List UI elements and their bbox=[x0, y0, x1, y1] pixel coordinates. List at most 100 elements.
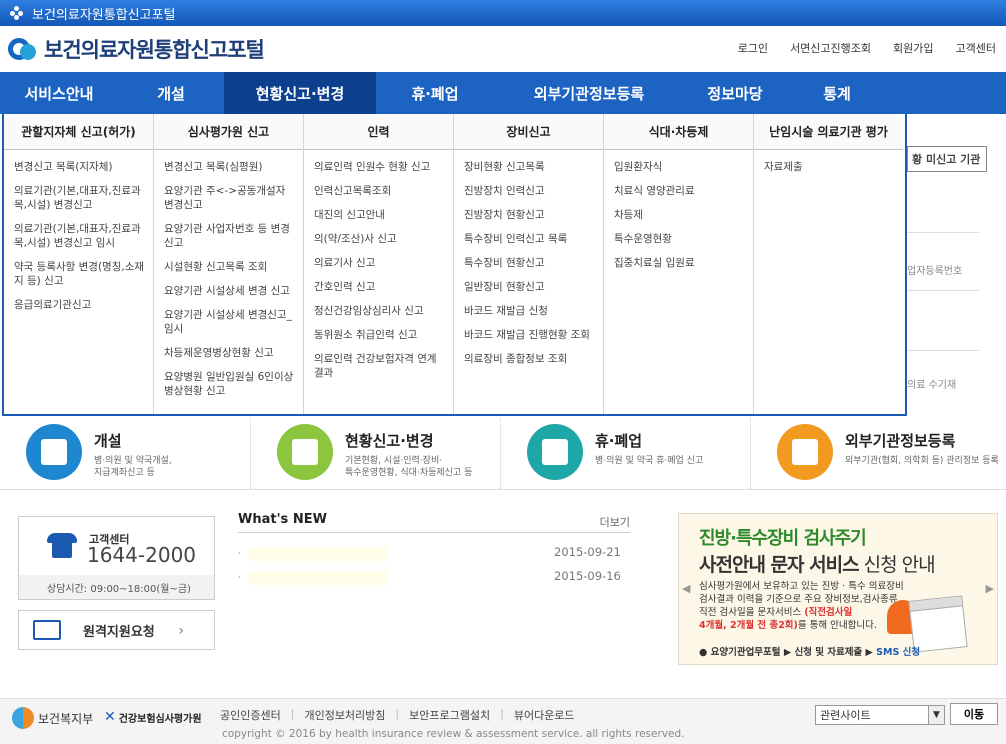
menu-item[interactable]: 장비현황 신고목록 bbox=[464, 160, 595, 174]
login-link[interactable]: 로그인 bbox=[738, 40, 768, 56]
nav-external-info[interactable]: 외부기관정보등록 bbox=[494, 72, 684, 114]
menu-column-equipment: 장비신고 장비현황 신고목록 진방장치 인력신고 진방장치 현황신고 특수장비 … bbox=[454, 114, 604, 414]
quick-desc: 병·의원 및 약국 휴·폐업 신고 bbox=[595, 456, 704, 466]
menu-item[interactable]: 대진의 신고안내 bbox=[314, 208, 445, 222]
quick-external-info[interactable]: 외부기관정보등록 외부기관(협회, 의학회 등) 관리정보 등록 bbox=[750, 418, 1000, 489]
menu-item[interactable]: 특수장비 현황신고 bbox=[464, 256, 595, 270]
copyright-text: copyright © 2016 by health insurance rev… bbox=[222, 728, 685, 740]
menu-item[interactable]: 변경신고 목록(지자체) bbox=[14, 160, 145, 174]
chevron-down-icon: ▼ bbox=[928, 706, 944, 724]
menu-column-title[interactable]: 인력 bbox=[304, 114, 453, 150]
menu-item[interactable]: 의료기관(기본,대표자,진료과목,시설) 변경신고 임시 bbox=[14, 222, 145, 250]
menu-item[interactable]: 의료기관(기본,대표자,진료과목,시설) 변경신고 bbox=[14, 184, 145, 212]
quick-opening[interactable]: 개설 병·의원 및 약국개설, 지급계좌신고 등 bbox=[0, 418, 250, 489]
mohw-logo[interactable]: 보건복지부 bbox=[12, 707, 93, 729]
menu-item[interactable]: 입원환자식 bbox=[614, 160, 745, 174]
banner-headline: 진방·특수장비 검사주기 bbox=[699, 528, 867, 549]
quick-menu: 개설 병·의원 및 약국개설, 지급계좌신고 등 현황신고·변경 기본현황, 시설… bbox=[0, 418, 1006, 490]
menu-item[interactable]: 응급의료기관신고 bbox=[14, 298, 145, 312]
menu-column-title[interactable]: 식대·차등제 bbox=[604, 114, 753, 150]
menu-item[interactable]: 시설현황 신고목록 조회 bbox=[164, 260, 295, 274]
menu-item[interactable]: 요양기관 시설상세 변경신고_임시 bbox=[164, 308, 295, 336]
unreported-institution-tab[interactable]: 황 미신고 기관 bbox=[907, 146, 987, 172]
banner-next-button[interactable]: ▶ bbox=[986, 582, 994, 595]
hira-logo[interactable]: ✕ 건강보험심사평가원 bbox=[104, 709, 202, 725]
menu-item[interactable]: 동위원소 취급인력 신고 bbox=[314, 328, 445, 342]
menu-column-local-gov: 관할지자체 신고(허가) 변경신고 목록(지자체) 의료기관(기본,대표자,진료… bbox=[4, 114, 154, 414]
portal-logo-icon bbox=[8, 34, 38, 64]
menu-item[interactable]: 집중치료실 입원료 bbox=[614, 256, 745, 270]
footer-link-viewer-download[interactable]: 뷰어다운로드 bbox=[514, 707, 575, 723]
banner-description: 심사평가원에서 보유하고 있는 진방 · 특수 의료장비 검사결과 이력을 기준… bbox=[699, 581, 904, 631]
window-titlebar: 보건의료자원통합신고포털 bbox=[0, 0, 1006, 26]
news-item[interactable]: · 2015-09-16 bbox=[238, 569, 630, 587]
whats-new-section: What's NEW 더보기 · 2015-09-21 · 2015-09-16 bbox=[238, 512, 630, 612]
menu-item[interactable]: 약국 등록사항 변경(명칭,소재지 등) 신고 bbox=[14, 260, 145, 288]
footer-link-security-install[interactable]: 보안프로그램설치 bbox=[409, 707, 490, 723]
nav-statistics[interactable]: 통계 bbox=[786, 72, 888, 114]
go-button[interactable]: 이동 bbox=[950, 703, 998, 725]
nav-status-report[interactable]: 현황신고·변경 bbox=[224, 72, 376, 114]
menu-item[interactable]: 변경신고 목록(심평원) bbox=[164, 160, 295, 174]
menu-column-title[interactable]: 심사평가원 신고 bbox=[154, 114, 303, 150]
hospital-building-icon bbox=[26, 424, 82, 480]
menu-item[interactable]: 특수운영현황 bbox=[614, 232, 745, 246]
menu-item[interactable]: 차등제운영병상현황 신고 bbox=[164, 346, 295, 360]
news-item[interactable]: · 2015-09-21 bbox=[238, 545, 630, 563]
customer-center-number: 1644-2000 bbox=[87, 543, 197, 567]
menu-item[interactable]: 요양기관 사업자번호 등 변경신고 bbox=[164, 222, 295, 250]
site-logo[interactable]: 보건의료자원통합신고포털 bbox=[8, 34, 265, 64]
site-header: 보건의료자원통합신고포털 로그인 서면신고진행조회 회원가입 고객센터 bbox=[0, 26, 1006, 72]
quick-desc: 외부기관(협회, 의학회 등) 관리정보 등록 bbox=[845, 456, 999, 466]
menu-item[interactable]: 차등제 bbox=[614, 208, 745, 222]
menu-item[interactable]: 의료인력 건강보험자격 연계결과 bbox=[314, 352, 445, 380]
menu-item[interactable]: 진방장치 현황신고 bbox=[464, 208, 595, 222]
menu-item[interactable]: 인력신고목록조회 bbox=[314, 184, 445, 198]
prohibited-document-icon bbox=[527, 424, 583, 480]
background-text: 업자등록번호 bbox=[907, 266, 963, 277]
menu-item[interactable]: 치료식 영양관리료 bbox=[614, 184, 745, 198]
menu-item[interactable]: 바코드 재발급 신청 bbox=[464, 304, 595, 318]
footer-link-cert-center[interactable]: 공인인증센터 bbox=[220, 707, 281, 723]
customer-center-link[interactable]: 고객센터 bbox=[956, 40, 996, 56]
signup-link[interactable]: 회원가입 bbox=[893, 40, 933, 56]
menu-item[interactable]: 일반장비 현황신고 bbox=[464, 280, 595, 294]
more-link[interactable]: 더보기 bbox=[600, 514, 630, 530]
nav-info-plaza[interactable]: 정보마당 bbox=[684, 72, 786, 114]
menu-item[interactable]: 의(약/조산)사 신고 bbox=[314, 232, 445, 246]
menu-item[interactable]: 진방장치 인력신고 bbox=[464, 184, 595, 198]
nav-service-guide[interactable]: 서비스안내 bbox=[0, 72, 118, 114]
menu-item[interactable]: 정신건강임상심리사 신고 bbox=[314, 304, 445, 318]
nav-closure[interactable]: 휴·폐업 bbox=[376, 72, 494, 114]
menu-item[interactable]: 특수장비 인력신고 목록 bbox=[464, 232, 595, 246]
footer-link-privacy[interactable]: 개인정보처리방침 bbox=[304, 707, 385, 723]
window-title: 보건의료자원통합신고포털 bbox=[32, 7, 176, 23]
menu-item[interactable]: 요양기관 주<->공동개설자 변경신고 bbox=[164, 184, 295, 212]
banner-prev-button[interactable]: ◀ bbox=[682, 582, 690, 595]
footer-links: 공인인증센터 | 개인정보처리방침 | 보안프로그램설치 | 뷰어다운로드 bbox=[220, 707, 575, 723]
menu-item[interactable]: 간호인력 신고 bbox=[314, 280, 445, 294]
monitor-download-icon bbox=[777, 424, 833, 480]
menu-item[interactable]: 의료기사 신고 bbox=[314, 256, 445, 270]
banner-subheadline: 사전안내 문자 서비스 신청 안내 bbox=[699, 554, 936, 576]
related-sites-select[interactable]: 관련사이트 ▼ bbox=[815, 705, 945, 725]
quick-status-report[interactable]: 현황신고·변경 기본현황, 시설·인력·장비· 특수운영현황, 식대·차등제신고 … bbox=[250, 418, 500, 489]
menu-item[interactable]: 자료제출 bbox=[764, 160, 895, 174]
menu-item[interactable]: 의료인력 인원수 현황 신고 bbox=[314, 160, 445, 174]
menu-column-title[interactable]: 장비신고 bbox=[454, 114, 603, 150]
site-logo-text: 보건의료자원통합신고포털 bbox=[44, 38, 265, 62]
menu-column-title[interactable]: 난임시술 의료기관 평가 bbox=[754, 114, 903, 150]
menu-item[interactable]: 요양기관 시설상세 변경 신고 bbox=[164, 284, 295, 298]
menu-item[interactable]: 바코드 재발급 진행현황 조회 bbox=[464, 328, 595, 342]
menu-item[interactable]: 의료장비 종합정보 조회 bbox=[464, 352, 595, 366]
written-report-status-link[interactable]: 서면신고진행조회 bbox=[790, 40, 871, 56]
remote-support-button[interactable]: 원격지원요청 › bbox=[18, 610, 215, 650]
telephone-icon bbox=[47, 533, 77, 561]
promo-banner[interactable]: ◀ ▶ 진방·특수장비 검사주기 사전안내 문자 서비스 신청 안내 심사평가원… bbox=[678, 513, 998, 665]
menu-column-hira: 심사평가원 신고 변경신고 목록(심평원) 요양기관 주<->공동개설자 변경신… bbox=[154, 114, 304, 414]
quick-closure[interactable]: 휴·폐업 병·의원 및 약국 휴·폐업 신고 bbox=[500, 418, 750, 489]
menu-column-title[interactable]: 관할지자체 신고(허가) bbox=[4, 114, 153, 150]
menu-item[interactable]: 요양병원 일반입원실 6인이상 병상현황 신고 bbox=[164, 370, 295, 398]
quick-desc: 기본현황, 시설·인력·장비· 특수운영현황, 식대·차등제신고 등 bbox=[345, 456, 473, 478]
nav-opening[interactable]: 개설 bbox=[118, 72, 224, 114]
